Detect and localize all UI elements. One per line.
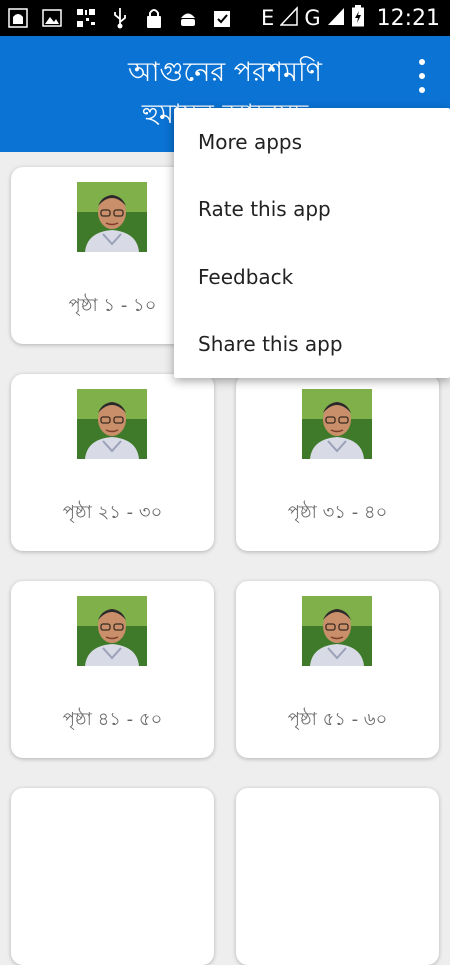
qr-icon (76, 8, 96, 28)
signal-icon (279, 5, 299, 31)
overflow-menu: More apps Rate this app Feedback Share t… (174, 108, 450, 378)
page-range-label: পৃষ্ঠা ৩১ - ৪০ (287, 502, 388, 523)
page-card[interactable]: পৃষ্ঠা ৩১ - ৪০ (236, 374, 439, 551)
page-range-label: পৃষ্ঠা ৪১ - ৫০ (62, 709, 163, 730)
page-card[interactable] (236, 788, 439, 965)
network-g-label: G (304, 6, 321, 30)
page-card[interactable]: পৃষ্ঠা ২১ - ৩০ (11, 374, 214, 551)
menu-item-rate-app[interactable]: Rate this app (174, 176, 450, 244)
notification-icons (8, 6, 232, 30)
app-title: আগুনের পরশমণি (127, 57, 323, 88)
author-photo (77, 182, 147, 252)
author-photo (302, 596, 372, 666)
lock-icon (144, 8, 164, 28)
page-range-label: পৃষ্ঠা ২১ - ৩০ (62, 502, 163, 523)
image-icon (42, 8, 62, 28)
status-bar: E G 12:21 (0, 0, 450, 36)
menu-item-feedback[interactable]: Feedback (174, 243, 450, 311)
author-photo (302, 389, 372, 459)
overflow-menu-icon[interactable] (416, 59, 428, 93)
author-photo (77, 389, 147, 459)
clock: 12:21 (376, 5, 440, 31)
page-card[interactable]: পৃষ্ঠা ৪১ - ৫০ (11, 581, 214, 758)
system-indicators: E G 12:21 (261, 0, 440, 36)
clipboard-check-icon (212, 8, 232, 28)
usb-icon (110, 8, 130, 29)
page-card[interactable] (11, 788, 214, 965)
page-range-label: পৃষ্ঠা ৫১ - ৬০ (287, 709, 388, 730)
battery-charging-icon (351, 4, 365, 32)
menu-item-share-app[interactable]: Share this app (174, 311, 450, 379)
android-icon (178, 8, 198, 28)
page-card[interactable]: পৃষ্ঠা ৫১ - ৬০ (236, 581, 439, 758)
network-e-label: E (261, 6, 275, 30)
author-photo (77, 596, 147, 666)
signal-strength-icon (327, 6, 345, 31)
menu-item-more-apps[interactable]: More apps (174, 108, 450, 176)
mosque-icon (8, 8, 28, 28)
